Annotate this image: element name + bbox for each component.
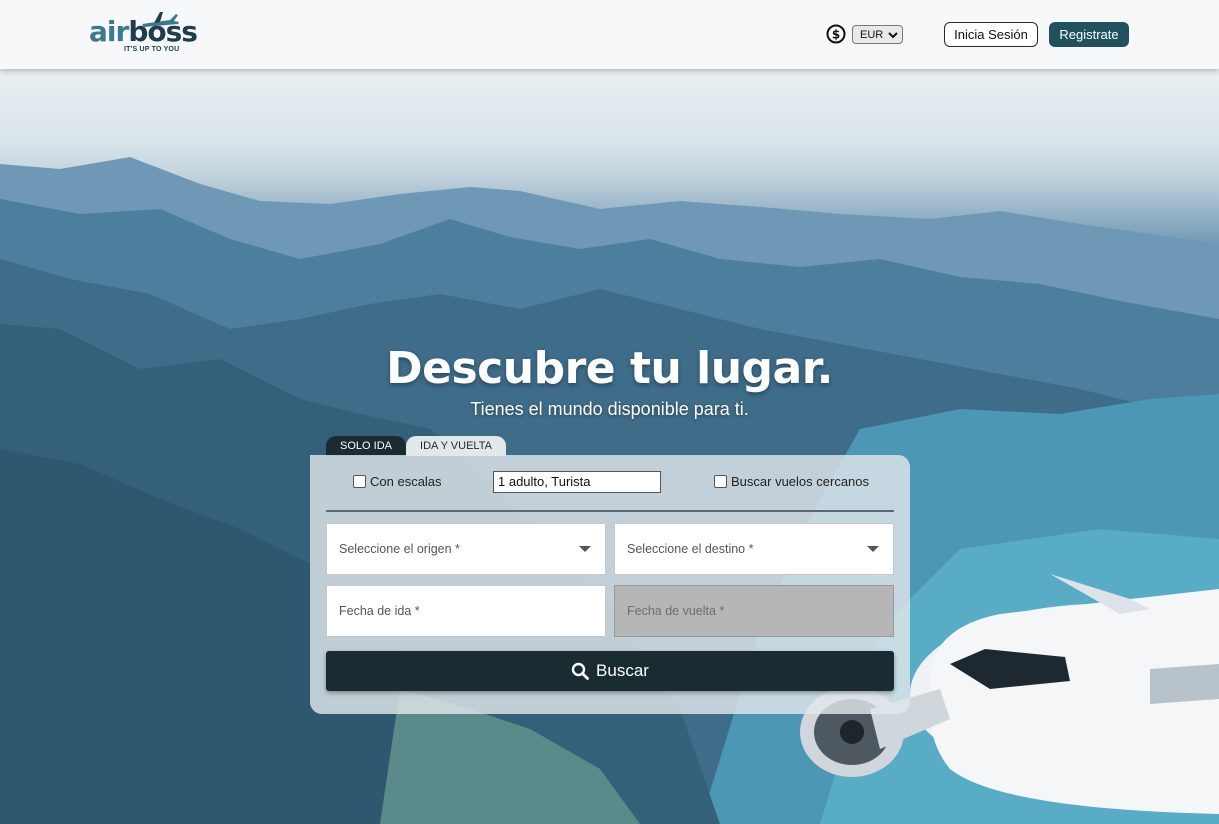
origin-select[interactable]: Seleccione el origen * [326,523,606,575]
svg-text:$: $ [832,28,840,42]
search-button-label: Buscar [596,661,649,680]
logo-wordmark: airboss [89,15,198,48]
airboss-logo[interactable]: airboss IT'S UP TO YOU [88,8,198,58]
return-placeholder: Fecha de vuelta * [627,604,725,618]
dropdown-arrow-icon [867,546,879,552]
dollar-circle-icon: $ [826,24,846,44]
origin-placeholder: Seleccione el origen * [339,542,460,556]
currency-select[interactable]: EUR [852,25,903,44]
departure-placeholder: Fecha de ida * [339,604,420,618]
tab-round-trip[interactable]: IDA Y VUELTA [406,436,506,456]
chevron-down-icon [888,32,898,39]
passengers-input[interactable]: 1 adulto, Turista [493,471,661,493]
register-button[interactable]: Registrate [1049,22,1129,47]
departure-date-input[interactable]: Fecha de ida * [326,585,606,637]
destination-select[interactable]: Seleccione el destino * [614,523,894,575]
nearby-flights-checkbox[interactable] [714,475,727,488]
stops-checkbox[interactable] [353,475,366,488]
dropdown-arrow-icon [579,546,591,552]
nearby-flights-checkbox-group[interactable]: Buscar vuelos cercanos [714,474,869,489]
top-navbar: airboss IT'S UP TO YOU $ EUR Inicia Sesi… [0,0,1219,69]
hero-title: Descubre tu lugar. [386,343,833,394]
search-button[interactable]: Buscar [326,651,894,691]
stops-checkbox-group[interactable]: Con escalas [353,474,442,489]
panel-divider [326,510,894,512]
search-icon [571,662,589,680]
destination-placeholder: Seleccione el destino * [627,542,754,556]
login-button[interactable]: Inicia Sesión [944,22,1038,47]
return-date-input: Fecha de vuelta * [614,585,894,637]
currency-value: EUR [860,28,884,41]
tab-one-way[interactable]: SOLO IDA [326,436,406,456]
hero-subtitle: Tienes el mundo disponible para ti. [470,399,749,419]
logo-tagline: IT'S UP TO YOU [124,46,180,53]
nearby-flights-label: Buscar vuelos cercanos [731,474,870,489]
stops-checkbox-label: Con escalas [370,474,442,489]
flight-search-panel: Con escalas 1 adulto, Turista Buscar vue… [310,455,910,714]
